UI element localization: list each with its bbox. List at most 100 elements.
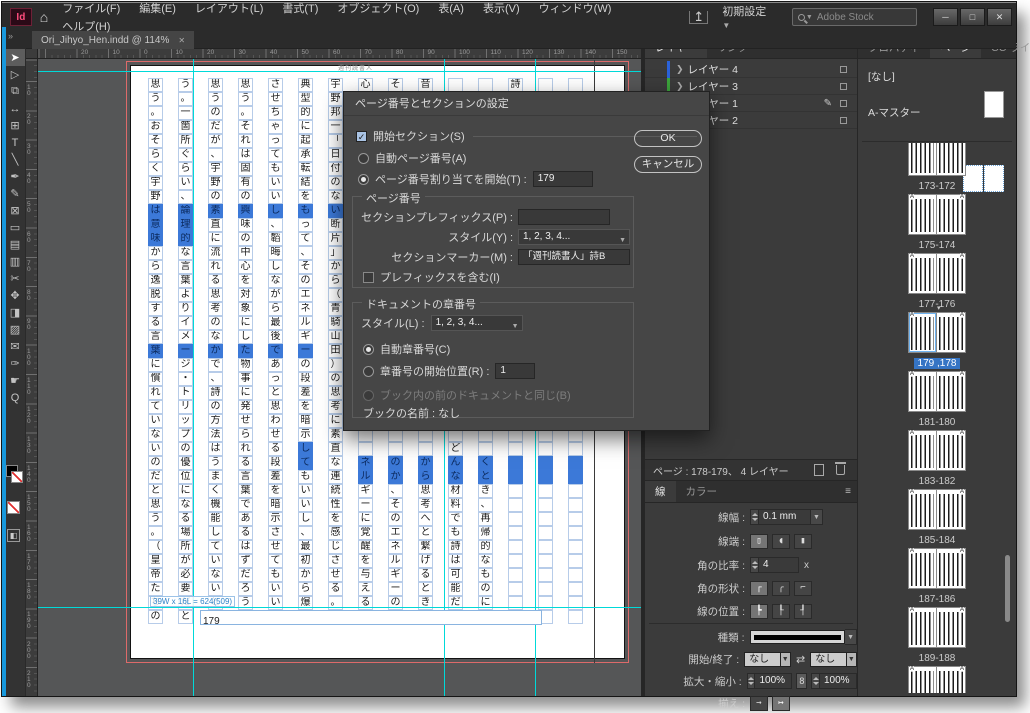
auto-page-number-radio[interactable] xyxy=(358,153,369,164)
grid-cell[interactable]: っ xyxy=(268,134,283,148)
grid-cell[interactable]: 対 xyxy=(238,288,253,302)
grid-cell[interactable]: く xyxy=(208,484,223,498)
chevron-down-icon[interactable]: ▼ xyxy=(781,652,791,667)
grid-cell[interactable]: ら xyxy=(178,162,193,176)
grid-cell[interactable]: 考 xyxy=(328,400,343,414)
grid-cell[interactable]: 的 xyxy=(178,232,193,246)
horizontal-ruler[interactable]: 2010010203040506070809010011012013014015… xyxy=(38,49,643,59)
workspace-switcher[interactable]: 初期設定 ▼ xyxy=(722,3,776,31)
cancel-button[interactable]: キャンセル xyxy=(634,156,702,173)
grid-cell[interactable]: 詩 xyxy=(508,78,523,92)
grid-cell[interactable]: 葉 xyxy=(178,274,193,288)
grid-cell[interactable]: は xyxy=(148,204,163,218)
spread-label[interactable]: 183-182 xyxy=(915,476,960,487)
grid-cell[interactable]: ら xyxy=(148,148,163,162)
grid-cell[interactable]: な xyxy=(178,246,193,260)
grid-cell[interactable]: る xyxy=(418,568,433,582)
grid-cell[interactable]: プ xyxy=(178,428,193,442)
grid-cell[interactable]: 田 xyxy=(328,344,343,358)
grid-cell[interactable]: で xyxy=(208,358,223,372)
grid-cell[interactable]: 考 xyxy=(418,498,433,512)
grid-cell[interactable] xyxy=(568,442,583,456)
grid-cell[interactable]: っ xyxy=(268,372,283,386)
menu-item[interactable]: 書式(T) xyxy=(282,3,318,15)
grid-cell[interactable]: ネ xyxy=(358,456,373,470)
grid-cell[interactable]: の xyxy=(328,372,343,386)
grid-cell[interactable]: の xyxy=(178,442,193,456)
chapter-start-radio[interactable] xyxy=(363,366,374,377)
grid-cell[interactable]: 段 xyxy=(298,372,313,386)
spread-page-thumbnail[interactable]: A xyxy=(937,312,966,353)
grid-cell[interactable]: さ xyxy=(268,78,283,92)
grid-cell[interactable]: 、 xyxy=(208,148,223,162)
grid-cell[interactable]: く xyxy=(148,162,163,176)
stroke-type-select[interactable] xyxy=(750,630,846,644)
grid-cell[interactable]: ネ xyxy=(298,302,313,316)
spread-page-thumbnail[interactable]: A xyxy=(908,253,937,294)
grid-cell[interactable]: 暗 xyxy=(298,414,313,428)
grid-cell[interactable]: な xyxy=(208,330,223,344)
ruler-origin[interactable] xyxy=(26,49,38,59)
grid-cell[interactable]: ろ xyxy=(238,582,253,596)
grid-cell[interactable]: う xyxy=(208,456,223,470)
grid-cell[interactable]: ・ xyxy=(178,372,193,386)
grid-cell[interactable] xyxy=(508,554,523,568)
grid-cell[interactable]: 葉 xyxy=(238,484,253,498)
grid-cell[interactable]: な xyxy=(448,470,463,484)
grid-cell[interactable]: る xyxy=(148,316,163,330)
spread-page-thumbnail[interactable]: A xyxy=(908,312,937,353)
grid-cell[interactable] xyxy=(358,442,373,456)
grid-cell[interactable]: で xyxy=(448,512,463,526)
grid-cell[interactable]: 山 xyxy=(328,330,343,344)
grid-cell[interactable]: も xyxy=(298,470,313,484)
grid-cell[interactable]: 場 xyxy=(178,526,193,540)
grid-cell[interactable]: せ xyxy=(238,414,253,428)
spread-page-thumbnail[interactable]: A xyxy=(908,143,937,176)
grid-cell[interactable]: 醒 xyxy=(358,540,373,554)
grid-cell[interactable]: な xyxy=(208,568,223,582)
grid-cell[interactable]: だ xyxy=(238,568,253,582)
spread-page-thumbnail[interactable]: A xyxy=(908,489,937,530)
grid-cell[interactable]: し xyxy=(268,204,283,218)
grid-cell[interactable]: う xyxy=(148,92,163,106)
pencil-tool[interactable]: ✎ xyxy=(5,185,25,202)
ruler-guide-horizontal[interactable] xyxy=(38,71,643,72)
grid-cell[interactable]: れ xyxy=(238,134,253,148)
grid-cell[interactable]: 流 xyxy=(208,246,223,260)
note-tool[interactable]: ✉ xyxy=(5,338,25,355)
pen-tool[interactable]: ✒ xyxy=(5,168,25,185)
grid-cell[interactable]: 転 xyxy=(298,162,313,176)
grid-cell[interactable]: て xyxy=(208,540,223,554)
grid-cell[interactable]: 騎 xyxy=(328,316,343,330)
direct-selection-tool[interactable]: ▷ xyxy=(5,66,25,83)
align-outside-button[interactable]: ┦ xyxy=(794,604,812,619)
grid-cell[interactable]: さ xyxy=(268,526,283,540)
line-tool[interactable]: ╲ xyxy=(5,151,25,168)
grid-cell[interactable]: も xyxy=(478,568,493,582)
gradient-feather-tool[interactable]: ▨ xyxy=(5,321,25,338)
grid-cell[interactable]: 理 xyxy=(178,218,193,232)
grid-cell[interactable]: 」 xyxy=(328,246,343,260)
spread-page-thumbnail[interactable]: A xyxy=(937,143,966,176)
grid-cell[interactable]: 所 xyxy=(178,134,193,148)
spread-item[interactable]: ▾AA179 ,178 xyxy=(858,312,1016,369)
grid-cell[interactable]: が xyxy=(268,288,283,302)
grid-cell[interactable]: と xyxy=(148,484,163,498)
grid-cell[interactable]: ー xyxy=(388,582,403,596)
start-arrowhead-select[interactable]: なし xyxy=(744,652,780,667)
stroke-weight-stepper[interactable] xyxy=(750,509,759,525)
grid-cell[interactable]: れ xyxy=(148,386,163,400)
end-scale-value[interactable]: 100% xyxy=(820,673,857,689)
grid-cell[interactable]: て xyxy=(298,456,313,470)
hand-tool[interactable]: ☛ xyxy=(5,372,25,389)
grid-cell[interactable]: 料 xyxy=(448,498,463,512)
chapter-start-input[interactable]: 1 xyxy=(495,363,535,379)
spread-page-thumbnail[interactable]: A xyxy=(908,194,937,235)
grid-cell[interactable]: と xyxy=(418,582,433,596)
grid-cell[interactable]: 、 xyxy=(298,526,313,540)
home-icon[interactable]: ⌂ xyxy=(40,9,48,25)
grid-cell[interactable]: と xyxy=(178,610,193,624)
stroke-weight-value[interactable]: 0.1 mm xyxy=(759,509,811,525)
grid-cell[interactable]: る xyxy=(238,456,253,470)
grid-cell[interactable] xyxy=(568,78,583,92)
